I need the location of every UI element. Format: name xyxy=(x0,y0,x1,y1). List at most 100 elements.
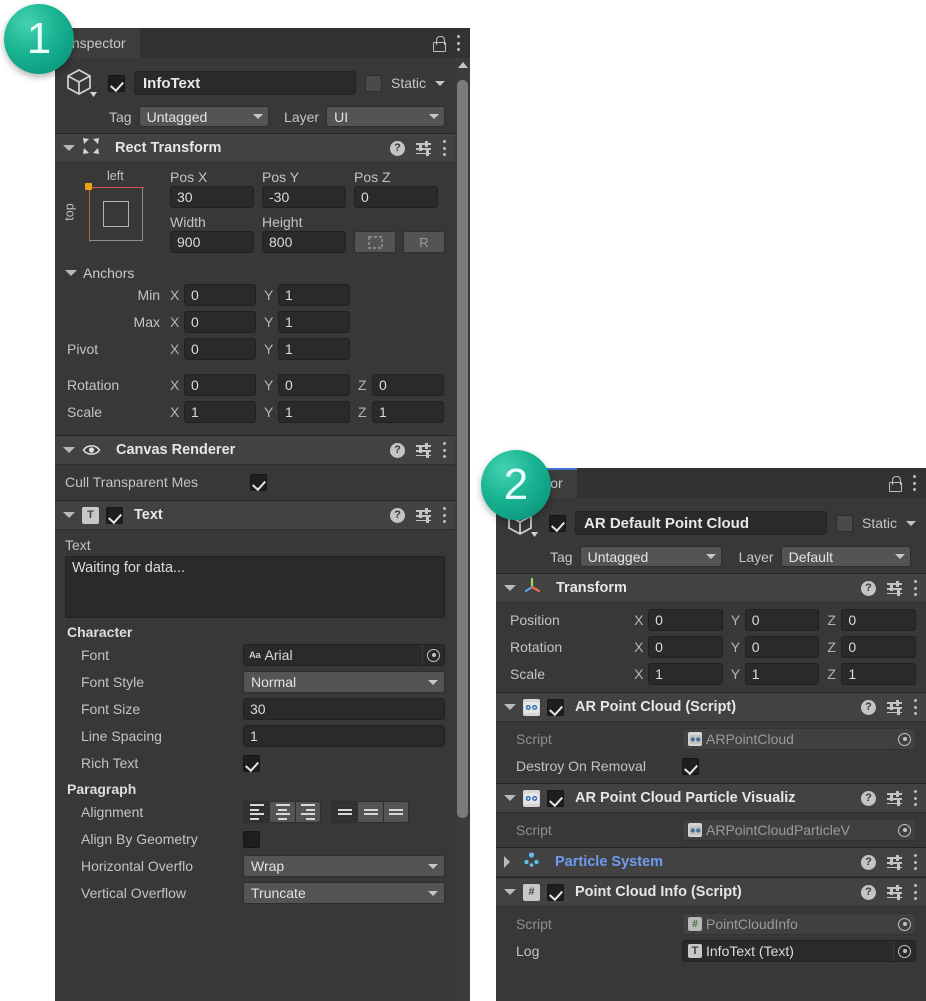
foldout-arrow-icon[interactable] xyxy=(504,795,516,801)
scale-x-input[interactable]: 1 xyxy=(648,663,723,685)
font-style-dropdown[interactable]: Normal xyxy=(243,671,445,693)
rotation-z-input[interactable]: 0 xyxy=(372,374,444,396)
rotation-x-input[interactable]: 0 xyxy=(184,374,256,396)
scale-y-input[interactable]: 1 xyxy=(278,401,350,423)
point-cloud-info-enabled-checkbox[interactable] xyxy=(547,884,564,901)
cull-transparent-checkbox[interactable] xyxy=(250,474,267,491)
ar-point-cloud-enabled-checkbox[interactable] xyxy=(547,699,564,716)
anchor-preset-preview[interactable]: left top xyxy=(65,169,160,261)
raw-edit-button[interactable]: R xyxy=(403,231,445,253)
ar-point-cloud-header[interactable]: AR Point Cloud (Script) ? xyxy=(496,693,926,722)
text-component-header[interactable]: T Text ? xyxy=(55,501,455,530)
anchor-max-x-input[interactable]: 0 xyxy=(184,311,256,333)
horizontal-overflow-dropdown[interactable]: Wrap xyxy=(243,855,445,877)
anchor-max-y-input[interactable]: 1 xyxy=(278,311,350,333)
object-picker-icon[interactable] xyxy=(893,914,915,934)
destroy-on-removal-checkbox[interactable] xyxy=(682,758,699,775)
object-picker-icon[interactable] xyxy=(893,941,915,961)
vertical-scrollbar-1[interactable] xyxy=(455,58,470,1001)
preset-icon[interactable] xyxy=(416,508,431,522)
foldout-arrow-icon[interactable] xyxy=(504,856,516,868)
pos-z-input[interactable]: 0 xyxy=(354,186,438,208)
ar-point-cloud-particle-header[interactable]: AR Point Cloud Particle Visualiz ? xyxy=(496,784,926,813)
static-checkbox[interactable] xyxy=(365,75,382,92)
help-icon[interactable]: ? xyxy=(861,700,876,715)
help-icon[interactable]: ? xyxy=(861,885,876,900)
kebab-menu-icon[interactable] xyxy=(913,884,917,900)
pivot-x-input[interactable]: 0 xyxy=(184,338,256,360)
static-dropdown-caret-icon[interactable] xyxy=(906,521,916,526)
help-icon[interactable]: ? xyxy=(861,791,876,806)
align-by-geometry-checkbox[interactable] xyxy=(243,831,260,848)
preset-icon[interactable] xyxy=(416,141,431,155)
static-checkbox[interactable] xyxy=(836,515,853,532)
position-z-input[interactable]: 0 xyxy=(841,609,916,631)
preset-icon[interactable] xyxy=(416,443,431,457)
rotation-z-input[interactable]: 0 xyxy=(841,636,916,658)
preset-icon[interactable] xyxy=(887,581,902,595)
kebab-menu-icon[interactable] xyxy=(912,475,916,491)
foldout-arrow-icon[interactable] xyxy=(63,447,75,453)
text-value-textarea[interactable]: Waiting for data... xyxy=(65,556,445,618)
tag-dropdown[interactable]: Untagged xyxy=(139,106,269,127)
foldout-arrow-icon[interactable] xyxy=(504,889,516,895)
lock-icon[interactable] xyxy=(888,476,901,491)
preset-icon[interactable] xyxy=(887,855,902,869)
transform-header[interactable]: Transform ? xyxy=(496,574,926,603)
kebab-menu-icon[interactable] xyxy=(442,140,446,156)
tag-dropdown[interactable]: Untagged xyxy=(580,546,722,567)
object-picker-icon[interactable] xyxy=(893,729,915,749)
pivot-y-input[interactable]: 1 xyxy=(278,338,350,360)
pos-x-input[interactable]: 30 xyxy=(170,186,254,208)
vertical-overflow-dropdown[interactable]: Truncate xyxy=(243,882,445,904)
help-icon[interactable]: ? xyxy=(861,855,876,870)
width-input[interactable]: 900 xyxy=(170,231,254,253)
preset-icon[interactable] xyxy=(887,885,902,899)
static-dropdown-caret-icon[interactable] xyxy=(435,81,445,86)
align-top-button[interactable] xyxy=(331,801,357,823)
foldout-arrow-icon[interactable] xyxy=(504,585,516,591)
ar-point-cloud-particle-enabled-checkbox[interactable] xyxy=(547,790,564,807)
scroll-up-arrow-icon[interactable] xyxy=(458,62,468,68)
rotation-y-input[interactable]: 0 xyxy=(745,636,820,658)
kebab-menu-icon[interactable] xyxy=(913,699,917,715)
layer-dropdown[interactable]: UI xyxy=(326,106,445,127)
point-cloud-info-header[interactable]: # Point Cloud Info (Script) ? xyxy=(496,878,926,907)
align-left-button[interactable] xyxy=(243,801,269,823)
kebab-menu-icon[interactable] xyxy=(913,580,917,596)
object-picker-icon[interactable] xyxy=(422,645,444,665)
rect-transform-header[interactable]: Rect Transform ? xyxy=(55,134,455,163)
foldout-arrow-icon[interactable] xyxy=(63,512,75,518)
align-bottom-button[interactable] xyxy=(383,801,409,823)
kebab-menu-icon[interactable] xyxy=(913,790,917,806)
gameobject-enabled-checkbox[interactable] xyxy=(549,515,566,532)
help-icon[interactable]: ? xyxy=(390,443,405,458)
position-x-input[interactable]: 0 xyxy=(648,609,723,631)
scale-x-input[interactable]: 1 xyxy=(184,401,256,423)
scale-z-input[interactable]: 1 xyxy=(841,663,916,685)
scale-y-input[interactable]: 1 xyxy=(745,663,820,685)
pos-y-input[interactable]: -30 xyxy=(262,186,346,208)
help-icon[interactable]: ? xyxy=(390,141,405,156)
scrollbar-thumb[interactable] xyxy=(457,80,468,818)
font-size-input[interactable]: 30 xyxy=(243,698,445,720)
script-object-field[interactable]: ARPointCloud xyxy=(682,728,916,750)
font-object-field[interactable]: Aa Arial xyxy=(243,644,445,666)
rotation-x-input[interactable]: 0 xyxy=(648,636,723,658)
rich-text-checkbox[interactable] xyxy=(243,755,260,772)
kebab-menu-icon[interactable] xyxy=(913,854,917,870)
gameobject-name-field[interactable]: AR Default Point Cloud xyxy=(575,511,827,535)
script-object-field[interactable]: # PointCloudInfo xyxy=(682,913,916,935)
gameobject-cube-icon[interactable] xyxy=(65,66,99,100)
scale-z-input[interactable]: 1 xyxy=(372,401,444,423)
lock-icon[interactable] xyxy=(432,36,445,51)
kebab-menu-icon[interactable] xyxy=(456,35,460,51)
preset-icon[interactable] xyxy=(887,700,902,714)
rotation-y-input[interactable]: 0 xyxy=(278,374,350,396)
anchor-min-x-input[interactable]: 0 xyxy=(184,284,256,306)
line-spacing-input[interactable]: 1 xyxy=(243,725,445,747)
height-input[interactable]: 800 xyxy=(262,231,346,253)
layer-dropdown[interactable]: Default xyxy=(781,546,911,567)
blueprint-mode-button[interactable] xyxy=(354,231,396,253)
script-object-field[interactable]: ARPointCloudParticleV xyxy=(682,819,916,841)
